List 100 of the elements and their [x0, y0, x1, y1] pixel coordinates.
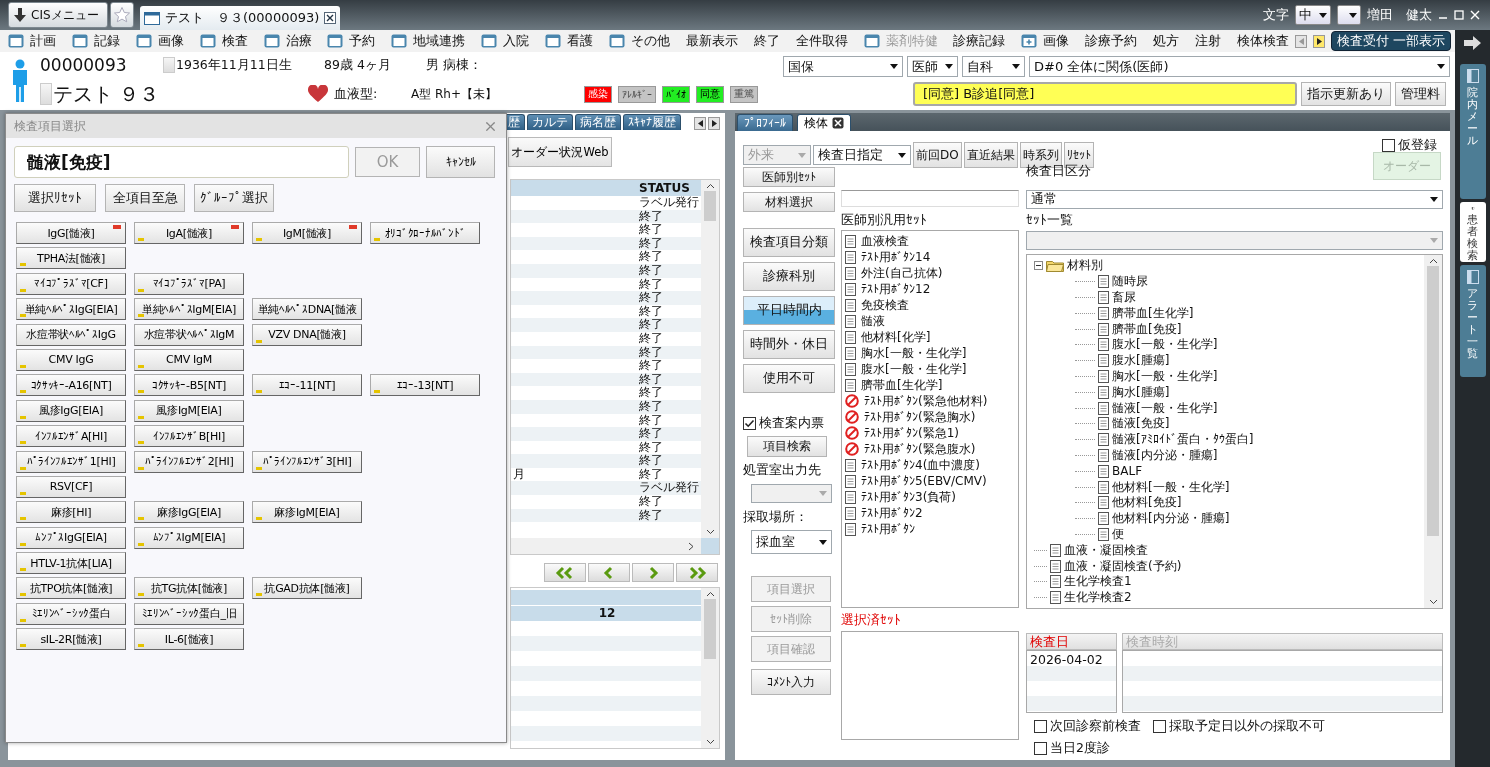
tree-item[interactable]: 他材料[内分泌・腫瘍]	[1112, 510, 1230, 528]
category-button[interactable]: 診療科別	[743, 262, 835, 291]
test-item-button[interactable]: IgG[髄液]	[16, 222, 126, 244]
header-button[interactable]: 管理料	[1395, 82, 1446, 106]
category-button[interactable]: 使用不可	[743, 364, 835, 393]
test-item-button[interactable]: RSV[CF]	[16, 475, 126, 498]
panel-tab[interactable]: 病名歴	[575, 114, 621, 130]
test-item-button[interactable]: ﾐｴﾘﾝﾍﾞｰｼｯｸ蛋白	[16, 602, 126, 625]
test-item-button[interactable]: IgA[髄液]	[134, 222, 244, 244]
tree-item[interactable]: 臍帯血[生化学]	[1112, 304, 1194, 322]
menu-item[interactable]: 処方	[1153, 32, 1180, 50]
category-button[interactable]: 検査項目分類	[743, 228, 835, 257]
tree-item[interactable]: 便	[1112, 525, 1124, 543]
checkbox[interactable]	[1382, 139, 1395, 152]
header-select[interactable]: 医師	[907, 56, 958, 77]
toolbar-button[interactable]: 直近結果	[963, 142, 1018, 168]
panel-tab[interactable]: 検体	[797, 114, 851, 131]
test-item-button[interactable]: ﾏｲｺﾌﾟﾗｽﾞﾏ[PA]	[134, 272, 244, 295]
tab-left-button[interactable]	[694, 117, 706, 130]
test-item-button[interactable]: ｴｺｰ-13[NT]	[370, 374, 480, 397]
menu-item[interactable]: 治療	[263, 32, 312, 50]
set-item[interactable]: ﾃｽﾄ用ﾎﾞﾀﾝ3(負荷)	[861, 488, 956, 506]
menu-item[interactable]: 注射	[1195, 32, 1222, 50]
close-icon[interactable]	[324, 12, 337, 24]
tree-item[interactable]: 臍帯血[免疫]	[1112, 320, 1182, 338]
tree-item[interactable]: 髄液[ｱﾐﾛｲﾄﾞ蛋白・ﾀｳ蛋白]	[1112, 431, 1254, 449]
toolbar-button[interactable]: 前回DO	[913, 142, 962, 168]
test-item-button[interactable]: ﾐｴﾘﾝﾍﾞｰｼｯｸ蛋白_旧	[134, 602, 244, 625]
test-item-button[interactable]: 風疹IgM[EIA]	[134, 399, 244, 422]
tree-item[interactable]: 腹水[一般・生化学]	[1112, 336, 1218, 354]
tree-item[interactable]: 他材料[免疫]	[1112, 494, 1182, 512]
tab-right-button[interactable]	[708, 117, 720, 130]
set-item[interactable]: ﾃｽﾄ用ﾎﾞﾀﾝ14	[861, 248, 931, 266]
test-item-button[interactable]: 麻疹[HI]	[16, 501, 126, 524]
tree-item[interactable]: 材料別	[1067, 257, 1103, 275]
test-item-button[interactable]: ｺｸｻｯｷｰ-B5[NT]	[134, 374, 244, 397]
set-item[interactable]: ﾃｽﾄ用ﾎﾞﾀﾝ(緊急胸水)	[864, 408, 976, 426]
menu-item[interactable]: 看護	[545, 32, 594, 50]
scrollbar[interactable]	[701, 180, 719, 538]
cancel-button[interactable]: ｷｬﾝｾﾙ	[426, 146, 495, 178]
menu-item[interactable]: その他	[609, 32, 670, 50]
test-item-button[interactable]: VZV DNA[髄液]	[252, 323, 362, 346]
test-item-button[interactable]: 単純ﾍﾙﾍﾟｽDNA[髄液	[252, 298, 362, 321]
set-item[interactable]: 免疫検査	[861, 296, 909, 314]
scroll-up-icon[interactable]	[1428, 258, 1438, 264]
tree-item[interactable]: BALF	[1112, 464, 1143, 479]
test-item-button[interactable]: ﾑﾝﾌﾟｽIgM[EIA]	[134, 526, 244, 549]
side-button[interactable]: 医師別ｾｯﾄ	[743, 167, 835, 187]
last-page-button[interactable]	[676, 563, 718, 582]
scroll-down-icon[interactable]	[705, 739, 715, 745]
set-search-field[interactable]	[841, 190, 1019, 207]
close-icon[interactable]	[832, 117, 844, 129]
tree-item[interactable]: 血液・凝固検査(予約)	[1064, 557, 1182, 575]
set-item[interactable]: 腹水[一般・生化学]	[861, 360, 967, 378]
date-mode-select[interactable]: 検査日指定	[813, 145, 911, 165]
set-item[interactable]: ﾃｽﾄ用ﾎﾞﾀﾝ(緊急腹水)	[864, 440, 976, 458]
font-size-select[interactable]: 中	[1295, 5, 1331, 25]
tree-item[interactable]: 髄液[免疫]	[1112, 415, 1170, 433]
set-item[interactable]: ﾃｽﾄ用ﾎﾞﾀﾝ12	[861, 280, 931, 298]
set-item[interactable]: ﾃｽﾄ用ﾎﾞﾀﾝ	[861, 520, 915, 538]
menu-item[interactable]: 検査	[199, 32, 248, 50]
test-item-button[interactable]: 麻疹IgG[EIA]	[134, 501, 244, 524]
tree-item[interactable]: 血液・凝固検査	[1064, 541, 1148, 559]
arrow-right-icon[interactable]	[1463, 36, 1482, 50]
menu-item[interactable]: 計画	[8, 32, 56, 50]
menu-item[interactable]: 全件取得	[795, 32, 848, 50]
test-item-button[interactable]: ﾑﾝﾌﾟｽIgG[EIA]	[16, 526, 126, 549]
dialog-action-button[interactable]: ｸﾞﾙｰﾌﾟ選択	[194, 184, 274, 212]
scroll-up-icon[interactable]	[705, 591, 715, 597]
side-tab[interactable]: 患者検索	[1459, 202, 1486, 262]
menu-item[interactable]: 入院	[481, 32, 530, 50]
test-item-button[interactable]: ｵﾘｺﾞｸﾛｰﾅﾙﾊﾞﾝﾄﾞ	[370, 222, 480, 244]
set-item[interactable]: 臍帯血[生化学]	[861, 376, 943, 394]
scroll-thumb[interactable]	[704, 599, 716, 659]
checkbox[interactable]	[1034, 742, 1047, 755]
set-item[interactable]: ﾃｽﾄ用ﾎﾞﾀﾝ(緊急他材料)	[864, 392, 988, 410]
side-tab[interactable]: 院内メール	[1459, 64, 1486, 199]
set-item[interactable]: 外注(自己抗体)	[861, 264, 943, 282]
panel-tab[interactable]: ｽｷｬﾅ履歴	[623, 114, 681, 130]
menu-item[interactable]: 診療記録	[953, 32, 1006, 50]
set-item[interactable]: 血液検査	[861, 232, 909, 250]
test-item-button[interactable]: ﾏｲｺﾌﾟﾗｽﾞﾏ[CF]	[16, 272, 126, 295]
scrollbar[interactable]	[1424, 255, 1442, 608]
table-row[interactable]: 終了	[511, 427, 701, 441]
scroll-thumb[interactable]	[1427, 266, 1439, 536]
test-item-button[interactable]: 抗TPO抗体[髄液]	[16, 577, 126, 600]
test-item-button[interactable]: 風疹IgG[EIA]	[16, 399, 126, 422]
tree-item[interactable]: 髄液[一般・生化学]	[1112, 399, 1218, 417]
set-item[interactable]: ﾃｽﾄ用ﾎﾞﾀﾝ2	[861, 504, 923, 522]
test-item-button[interactable]: ﾊﾟﾗｲﾝﾌﾙｴﾝｻﾞ3[HI]	[252, 450, 362, 473]
test-item-button[interactable]: HTLV-1抗体[LIA]	[16, 552, 126, 575]
tree-item[interactable]: 随時尿	[1112, 273, 1148, 291]
set-item[interactable]: ﾃｽﾄ用ﾎﾞﾀﾝ4(血中濃度)	[861, 456, 980, 474]
category-button[interactable]: 平日時間内	[743, 296, 835, 325]
test-item-button[interactable]: CMV IgG	[16, 348, 126, 371]
tree-item[interactable]: 畜尿	[1112, 289, 1136, 306]
test-item-button[interactable]: 水痘帯状ﾍﾙﾍﾟｽIgG	[16, 323, 126, 346]
menu-item[interactable]: 診療予約	[1085, 32, 1138, 50]
patient-tab[interactable]: テスト ９３(00000093)	[140, 6, 341, 30]
dropdown[interactable]	[1337, 5, 1361, 25]
